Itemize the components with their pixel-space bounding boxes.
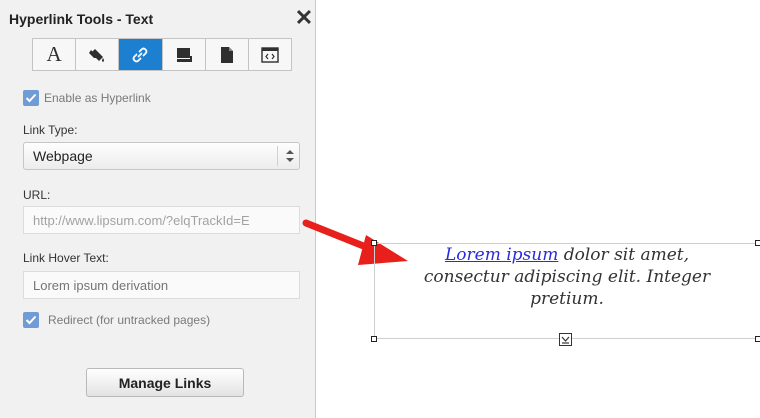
hover-text-field-wrap: [23, 271, 300, 299]
panel-header: Hyperlink Tools - Text ✕: [0, 0, 315, 38]
redirect-label: Redirect (for untracked pages): [48, 313, 211, 327]
hyperlink-text[interactable]: Lorem ipsum: [445, 245, 558, 265]
tab-page[interactable]: [206, 39, 249, 70]
paint-bucket-icon: [89, 48, 105, 62]
select-divider: [277, 146, 278, 166]
url-field[interactable]: [24, 207, 299, 233]
checkmark-icon: [25, 315, 37, 325]
tab-stamp[interactable]: [163, 39, 206, 70]
hover-text-label: Link Hover Text:: [23, 251, 109, 265]
tab-html-code[interactable]: [249, 39, 291, 70]
text-box-content: Lorem ipsum dolor sit amet, consectur ad…: [375, 244, 759, 310]
text-format-icon: A: [46, 42, 62, 66]
resize-handle-bottom-left[interactable]: [371, 336, 377, 342]
up-down-arrows-icon: [286, 150, 294, 162]
text-line-2: consectur adipiscing elit. Integer: [423, 267, 711, 287]
hover-text-field[interactable]: [24, 272, 299, 298]
expand-box-button[interactable]: [559, 333, 572, 346]
tool-tabs: A: [32, 38, 292, 71]
page-icon: [220, 46, 233, 63]
text-line-1: Lorem ipsum dolor sit amet,: [375, 244, 759, 266]
html-code-icon: [261, 46, 279, 63]
text-line-3: pretium.: [530, 289, 604, 309]
close-icon: ✕: [294, 5, 314, 30]
resize-handle-top-left[interactable]: [371, 240, 377, 246]
expand-down-icon: [561, 336, 570, 344]
tab-link[interactable]: [119, 39, 163, 70]
enable-hyperlink-label: Enable as Hyperlink: [44, 91, 151, 105]
line-1-rest: dolor sit amet,: [558, 245, 690, 265]
link-type-label: Link Type:: [23, 123, 78, 137]
tab-text-format[interactable]: A: [33, 39, 77, 70]
panel-title: Hyperlink Tools - Text: [9, 11, 154, 27]
text-box[interactable]: Lorem ipsum dolor sit amet, consectur ad…: [374, 243, 760, 339]
link-type-select[interactable]: Webpage: [23, 142, 300, 170]
link-type-value: Webpage: [33, 148, 93, 164]
link-icon: [133, 47, 148, 62]
checkmark-icon: [25, 93, 37, 103]
tab-paint-bucket[interactable]: [76, 39, 120, 70]
close-button[interactable]: ✕: [294, 6, 314, 30]
url-label: URL:: [23, 188, 51, 202]
stamp-icon: [176, 47, 192, 62]
url-field-wrap: [23, 206, 300, 234]
resize-handle-bottom-right[interactable]: [755, 336, 760, 342]
hyperlink-tools-panel: Hyperlink Tools - Text ✕ A Enable as Hyp…: [0, 0, 316, 418]
manage-links-button[interactable]: Manage Links: [86, 368, 244, 397]
enable-hyperlink-checkbox[interactable]: [23, 90, 39, 106]
resize-handle-top-right[interactable]: [755, 240, 760, 246]
redirect-checkbox[interactable]: [23, 312, 39, 328]
